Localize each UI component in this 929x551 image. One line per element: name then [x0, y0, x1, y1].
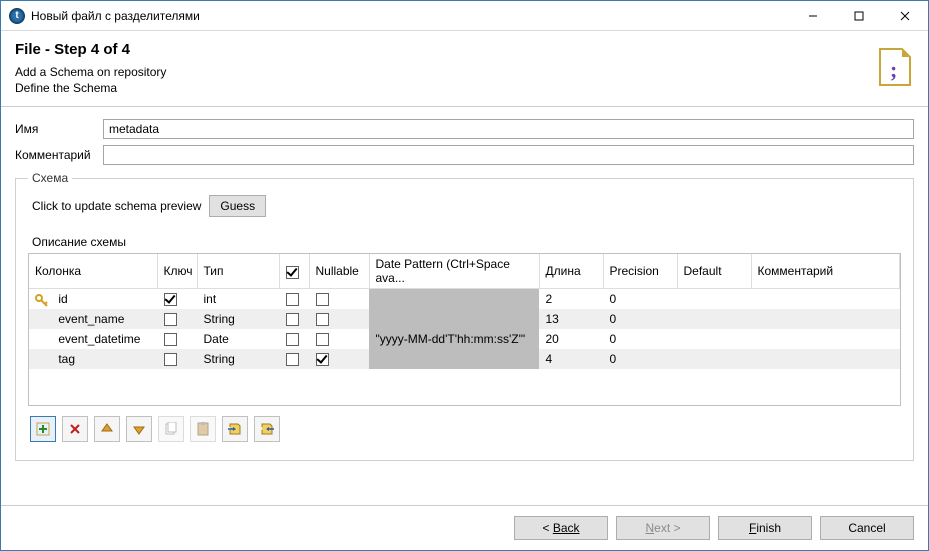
cell-type[interactable]: String	[197, 309, 279, 329]
schema-legend: Схема	[28, 171, 72, 185]
cell-comment[interactable]	[751, 349, 900, 369]
table-row[interactable]: tag String 40	[29, 349, 900, 369]
back-button[interactable]: < Back	[514, 516, 608, 540]
cell-type[interactable]: int	[197, 289, 279, 309]
maximize-button[interactable]	[836, 1, 882, 31]
name-label: Имя	[15, 122, 103, 136]
cell-extra-check[interactable]	[279, 329, 309, 349]
cell-length[interactable]: 13	[539, 309, 603, 329]
delimited-file-icon: ;	[876, 47, 914, 87]
paste-button[interactable]	[190, 416, 216, 442]
cell-name[interactable]: id	[29, 289, 157, 309]
close-button[interactable]	[882, 1, 928, 31]
schema-toolbar	[30, 416, 901, 442]
name-input[interactable]	[103, 119, 914, 139]
col-header-nullable[interactable]: Nullable	[309, 254, 369, 289]
cell-key[interactable]	[157, 309, 197, 329]
cell-pattern[interactable]	[369, 309, 539, 329]
wizard-footer: < Back Next > Finish Cancel	[1, 505, 928, 550]
cell-default[interactable]	[677, 309, 751, 329]
delete-row-button[interactable]	[62, 416, 88, 442]
cell-nullable[interactable]	[309, 349, 369, 369]
cell-pattern[interactable]	[369, 349, 539, 369]
cell-nullable[interactable]	[309, 309, 369, 329]
comment-label: Комментарий	[15, 148, 103, 162]
copy-button[interactable]	[158, 416, 184, 442]
cell-default[interactable]	[677, 349, 751, 369]
checkall-checkbox[interactable]	[286, 266, 299, 279]
table-header-row: Колонка Ключ Тип Nullable Date Pattern (…	[29, 254, 900, 289]
schema-desc-label: Описание схемы	[32, 235, 901, 249]
col-header-length[interactable]: Длина	[539, 254, 603, 289]
schema-group: Схема Click to update schema preview Gue…	[15, 171, 914, 461]
wizard-subtitle-1: Add a Schema on repository	[15, 64, 914, 80]
cell-nullable[interactable]	[309, 289, 369, 309]
cell-comment[interactable]	[751, 309, 900, 329]
col-header-default[interactable]: Default	[677, 254, 751, 289]
comment-input[interactable]	[103, 145, 914, 165]
cell-name[interactable]: tag	[29, 349, 157, 369]
cell-type[interactable]: String	[197, 349, 279, 369]
col-header-pattern[interactable]: Date Pattern (Ctrl+Space ava...	[369, 254, 539, 289]
wizard-body: Имя Комментарий Схема Click to update sc…	[1, 107, 928, 505]
cell-precision[interactable]: 0	[603, 349, 677, 369]
col-header-type[interactable]: Тип	[197, 254, 279, 289]
wizard-subtitle-2: Define the Schema	[15, 80, 914, 96]
cell-extra-check[interactable]	[279, 309, 309, 329]
move-down-button[interactable]	[126, 416, 152, 442]
titlebar: t Новый файл с разделителями	[1, 1, 928, 31]
finish-button[interactable]: Finish	[718, 516, 812, 540]
cell-key[interactable]	[157, 349, 197, 369]
cell-type[interactable]: Date	[197, 329, 279, 349]
cell-precision[interactable]: 0	[603, 289, 677, 309]
guess-button[interactable]: Guess	[209, 195, 266, 217]
move-up-button[interactable]	[94, 416, 120, 442]
cell-length[interactable]: 4	[539, 349, 603, 369]
cell-extra-check[interactable]	[279, 349, 309, 369]
cell-precision[interactable]: 0	[603, 329, 677, 349]
schema-table[interactable]: Колонка Ключ Тип Nullable Date Pattern (…	[28, 253, 901, 406]
app-icon: t	[9, 8, 25, 24]
cell-key[interactable]	[157, 289, 197, 309]
cell-default[interactable]	[677, 329, 751, 349]
col-header-checkall[interactable]	[279, 254, 309, 289]
window-title: Новый файл с разделителями	[31, 9, 790, 23]
cell-extra-check[interactable]	[279, 289, 309, 309]
wizard-title: File - Step 4 of 4	[15, 41, 914, 58]
table-row[interactable]: event_name String 130	[29, 309, 900, 329]
add-row-button[interactable]	[30, 416, 56, 442]
cancel-button[interactable]: Cancel	[820, 516, 914, 540]
export-button[interactable]	[254, 416, 280, 442]
cell-key[interactable]	[157, 329, 197, 349]
cell-pattern[interactable]	[369, 289, 539, 309]
cell-default[interactable]	[677, 289, 751, 309]
svg-text:;: ;	[890, 57, 897, 82]
minimize-button[interactable]	[790, 1, 836, 31]
cell-comment[interactable]	[751, 289, 900, 309]
col-header-key[interactable]: Ключ	[157, 254, 197, 289]
cell-precision[interactable]: 0	[603, 309, 677, 329]
import-button[interactable]	[222, 416, 248, 442]
cell-comment[interactable]	[751, 329, 900, 349]
wizard-header: File - Step 4 of 4 Add a Schema on repos…	[1, 31, 928, 107]
cell-length[interactable]: 2	[539, 289, 603, 309]
next-button: Next >	[616, 516, 710, 540]
col-header-comment[interactable]: Комментарий	[751, 254, 900, 289]
cell-length[interactable]: 20	[539, 329, 603, 349]
col-header-precision[interactable]: Precision	[603, 254, 677, 289]
cell-nullable[interactable]	[309, 329, 369, 349]
table-row[interactable]: id int 20	[29, 289, 900, 309]
guess-hint: Click to update schema preview	[32, 199, 201, 213]
cell-name[interactable]: event_datetime	[29, 329, 157, 349]
cell-name[interactable]: event_name	[29, 309, 157, 329]
cell-pattern[interactable]: "yyyy-MM-dd'T'hh:mm:ss'Z'"	[369, 329, 539, 349]
table-row[interactable]: event_datetime Date "yyyy-MM-dd'T'hh:mm:ss…	[29, 329, 900, 349]
col-header-name[interactable]: Колонка	[29, 254, 157, 289]
